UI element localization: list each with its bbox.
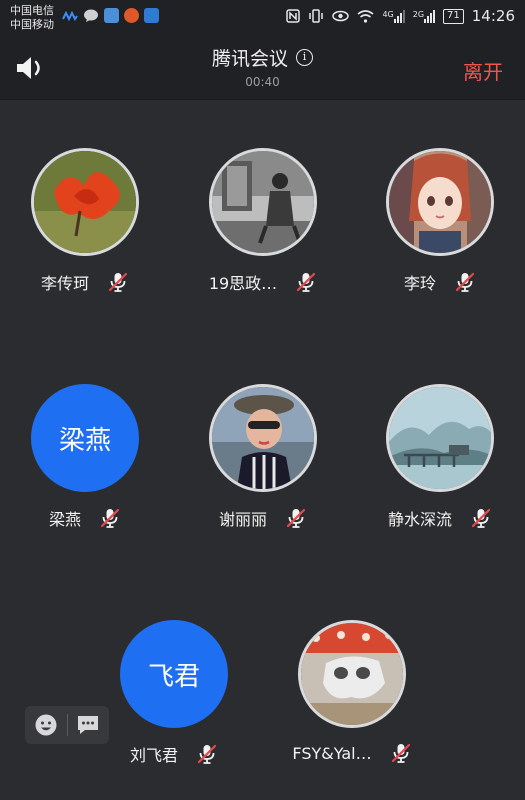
participant-name: FSY&Yal…: [292, 743, 372, 763]
avatar: [386, 384, 494, 492]
participant-name: 静水深流: [387, 510, 452, 529]
participant-name-row: 刘飞君: [99, 742, 249, 766]
status-bar: 中国电信 中国移动 4G 2G 71 14:26: [0, 0, 525, 36]
carrier-2: 中国移动: [10, 18, 54, 31]
carrier-1: 中国电信: [10, 4, 54, 17]
participant-name: 刘飞君: [129, 746, 178, 765]
avatar: 梁燕: [31, 384, 139, 492]
floating-toolbar: [25, 706, 109, 744]
shield-app-icon: [144, 8, 159, 23]
participant-name: 李玲: [403, 274, 436, 293]
avatar: [209, 384, 317, 492]
participant-tile[interactable]: 李传珂: [10, 148, 160, 294]
mic-muted-icon: [197, 744, 217, 764]
wave-app-icon: [62, 10, 78, 21]
info-icon[interactable]: i: [296, 49, 313, 66]
participant-tile[interactable]: 李玲: [365, 148, 515, 294]
participant-name-row: 李传珂: [10, 270, 160, 294]
meeting-header: 腾讯会议 i 00:40 离开: [0, 36, 525, 100]
participant-tile[interactable]: 静水深流: [365, 384, 515, 530]
signal-4g-icon: 4G: [382, 9, 405, 23]
participant-name-row: 谢丽丽: [188, 506, 338, 530]
participant-tile[interactable]: FSY&Yal…: [277, 620, 427, 764]
avatar-initials: 飞君: [147, 661, 200, 692]
chat-icon: [78, 716, 99, 734]
meeting-title-row: 腾讯会议 i: [212, 44, 313, 71]
mic-muted-icon: [455, 272, 475, 292]
avatar: [298, 620, 406, 728]
participant-name: 梁燕: [48, 510, 81, 529]
wifi-icon: [357, 9, 374, 23]
participant-name-row: 梁燕: [10, 506, 160, 530]
app-icon-blue: [104, 8, 119, 23]
nfc-icon: [286, 9, 301, 23]
mic-muted-icon: [108, 272, 128, 292]
chat-button[interactable]: [67, 706, 109, 744]
participant-tile[interactable]: 谢丽丽: [188, 384, 338, 530]
app-icon-orange: [124, 8, 139, 23]
participant-name-row: 静水深流: [365, 506, 515, 530]
vibrate-icon: [309, 9, 324, 23]
avatar: [209, 148, 317, 256]
clock: 14:26: [471, 7, 515, 25]
participant-tile[interactable]: 19思政…: [188, 148, 338, 294]
mic-muted-icon: [286, 508, 306, 528]
participant-name-row: 李玲: [365, 270, 515, 294]
eye-icon: [332, 10, 350, 22]
participant-name: 李传珂: [40, 274, 89, 293]
signal-2g-icon: 2G: [412, 9, 436, 23]
participant-name: 19思政…: [208, 274, 278, 293]
participant-name-row: FSY&Yal…: [277, 742, 427, 764]
meeting-timer: 00:40: [245, 75, 280, 89]
avatar: [386, 148, 494, 256]
carrier-info: 中国电信 中国移动: [10, 4, 54, 32]
participant-name: 谢丽丽: [218, 510, 267, 529]
emoji-button[interactable]: [25, 706, 67, 744]
mic-muted-icon: [100, 508, 120, 528]
emoji-icon: [35, 714, 57, 736]
mic-muted-icon: [297, 272, 316, 292]
status-indicators: 4G 2G 71 14:26: [286, 7, 515, 25]
meeting-title: 腾讯会议: [211, 48, 288, 70]
participant-tile[interactable]: 梁燕 梁燕: [10, 384, 160, 530]
participant-tile[interactable]: 飞君刘飞君: [99, 620, 249, 766]
net-4g-label: 4G: [382, 9, 394, 19]
notification-icons: [62, 8, 159, 23]
avatar: [31, 148, 139, 256]
participant-name-row: 19思政…: [188, 270, 338, 294]
mic-muted-icon: [391, 743, 410, 763]
battery-icon: 71: [443, 8, 464, 24]
title-block: 腾讯会议 i 00:40: [0, 44, 525, 89]
net-2g-label: 2G: [412, 9, 425, 19]
avatar: 飞君: [120, 620, 228, 728]
leave-button[interactable]: 离开: [463, 56, 503, 85]
avatar-initials: 梁燕: [58, 425, 111, 456]
mic-muted-icon: [471, 508, 491, 528]
message-bubble-icon: [84, 9, 98, 22]
